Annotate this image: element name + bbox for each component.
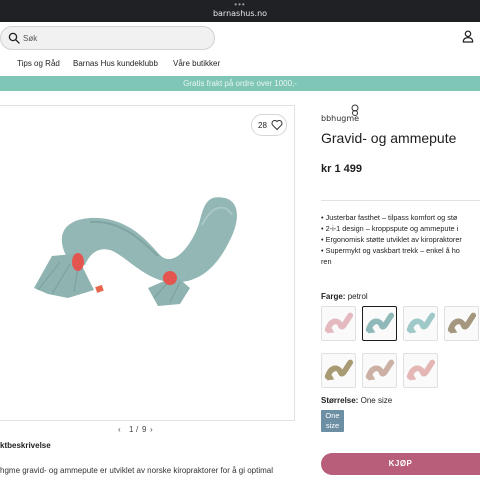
nav-item-tips[interactable]: Tips og Råd xyxy=(17,59,60,68)
nav-item-butikker[interactable]: Våre butikker xyxy=(173,59,220,68)
color-swatch[interactable] xyxy=(362,306,397,341)
search-input[interactable] xyxy=(23,30,203,46)
size-label-title: Størrelse: xyxy=(321,396,359,405)
chevron-left-icon[interactable]: ‹ xyxy=(118,425,121,434)
color-label: Farge: petrol xyxy=(321,292,368,301)
color-label-title: Farge: xyxy=(321,292,346,301)
pager-current: 1 xyxy=(129,425,134,434)
browser-url[interactable]: barnashus.no xyxy=(0,9,480,18)
color-swatch[interactable] xyxy=(403,306,438,341)
description-text: hgme gravid- og ammepute er utviklet av … xyxy=(0,466,274,475)
size-label-value: One size xyxy=(360,396,393,405)
size-label: Størrelse: One size xyxy=(321,396,392,405)
buy-button[interactable]: KJØP xyxy=(321,453,480,475)
color-swatch[interactable] xyxy=(444,306,479,341)
wishlist-button[interactable]: 28 xyxy=(251,114,287,136)
feature-item: • Justerbar fasthet – tilpass komfort og… xyxy=(321,213,458,222)
account-icon[interactable] xyxy=(462,30,474,43)
description-heading[interactable]: ktbeskrivelse xyxy=(0,441,51,450)
product-title: Gravid- og ammepute xyxy=(321,130,457,146)
pager-total: 9 xyxy=(142,425,147,434)
divider xyxy=(321,200,480,201)
chevron-right-icon[interactable]: › xyxy=(150,425,153,434)
feature-item: ren xyxy=(321,257,332,266)
search-icon xyxy=(8,32,20,44)
wishlist-count: 28 xyxy=(258,121,267,130)
color-swatch[interactable] xyxy=(362,353,397,388)
browser-menu-dots[interactable]: ••• xyxy=(0,1,480,9)
color-swatch[interactable] xyxy=(321,353,356,388)
feature-item: • Ergonomisk støtte utviklet av kiroprak… xyxy=(321,235,462,244)
heart-icon xyxy=(271,120,283,131)
promo-banner: Gratis frakt på ordre over 1000,- xyxy=(0,76,480,91)
feature-item: • Supermykt og vaskbart trekk – enkel å … xyxy=(321,246,460,255)
brand-name: bbhugme xyxy=(321,114,360,123)
product-image-pillow xyxy=(34,197,237,306)
product-price: kr 1 499 xyxy=(321,163,362,175)
pager-separator: / xyxy=(136,425,139,434)
color-swatch[interactable] xyxy=(403,353,438,388)
feature-item: • 2-i-1 design – kroppspute og ammepute … xyxy=(321,224,459,233)
search-box[interactable] xyxy=(0,26,215,50)
browser-bar: ••• barnashus.no xyxy=(0,0,480,22)
feature-list: • Justerbar fasthet – tilpass komfort og… xyxy=(321,212,480,267)
size-option-button[interactable]: One size xyxy=(321,410,344,432)
color-swatch[interactable] xyxy=(321,306,356,341)
color-label-value: petrol xyxy=(347,292,368,301)
nav-item-kundeklubb[interactable]: Barnas Hus kundeklubb xyxy=(73,59,158,68)
